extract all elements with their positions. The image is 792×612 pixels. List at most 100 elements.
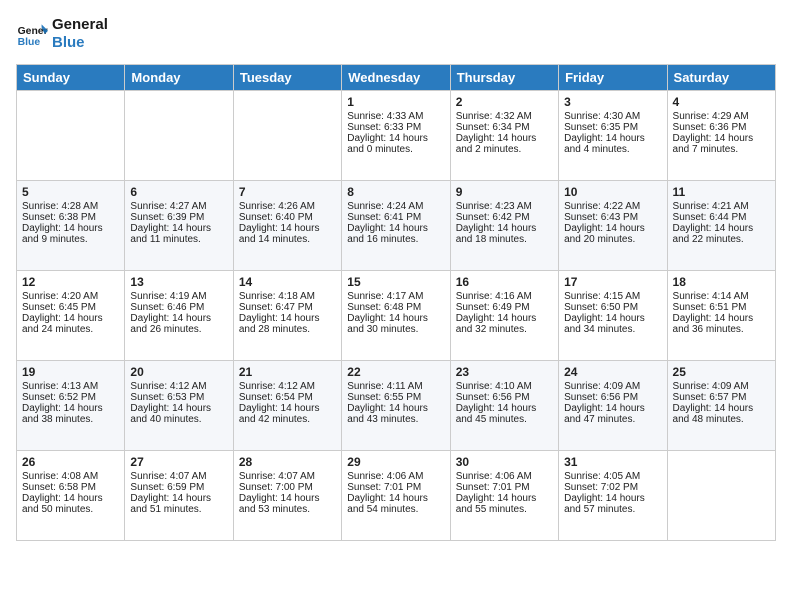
cell-info-line: and 2 minutes. [456, 144, 553, 155]
cell-info-line: and 28 minutes. [239, 324, 336, 335]
day-number: 16 [456, 275, 553, 289]
day-number: 19 [22, 365, 119, 379]
cell-info-line: and 32 minutes. [456, 324, 553, 335]
cell-info-line: Sunrise: 4:06 AM [456, 471, 553, 482]
cell-info-line: Sunrise: 4:20 AM [22, 291, 119, 302]
cell-info-line: Sunrise: 4:13 AM [22, 381, 119, 392]
cell-info-line: Daylight: 14 hours [22, 403, 119, 414]
cell-info-line: Sunrise: 4:15 AM [564, 291, 661, 302]
cell-info-line: Daylight: 14 hours [347, 223, 444, 234]
weekday-header-row: SundayMondayTuesdayWednesdayThursdayFrid… [17, 65, 776, 91]
cell-info-line: and 42 minutes. [239, 414, 336, 425]
day-number: 5 [22, 185, 119, 199]
calendar-cell: 6Sunrise: 4:27 AMSunset: 6:39 PMDaylight… [125, 181, 233, 271]
weekday-header-saturday: Saturday [667, 65, 775, 91]
cell-info-line: Daylight: 14 hours [673, 403, 770, 414]
cell-info-line: Sunset: 7:00 PM [239, 482, 336, 493]
cell-info-line: Daylight: 14 hours [347, 493, 444, 504]
cell-info-line: Sunset: 6:59 PM [130, 482, 227, 493]
cell-info-line: Sunrise: 4:09 AM [673, 381, 770, 392]
cell-info-line: and 11 minutes. [130, 234, 227, 245]
cell-info-line: and 16 minutes. [347, 234, 444, 245]
cell-info-line: Daylight: 14 hours [564, 223, 661, 234]
calendar-cell: 30Sunrise: 4:06 AMSunset: 7:01 PMDayligh… [450, 451, 558, 541]
day-number: 22 [347, 365, 444, 379]
cell-info-line: Sunset: 6:42 PM [456, 212, 553, 223]
cell-info-line: Daylight: 14 hours [130, 493, 227, 504]
cell-info-line: Sunrise: 4:30 AM [564, 111, 661, 122]
cell-info-line: Sunset: 6:55 PM [347, 392, 444, 403]
cell-info-line: and 57 minutes. [564, 504, 661, 515]
day-number: 10 [564, 185, 661, 199]
cell-info-line: Sunset: 6:35 PM [564, 122, 661, 133]
day-number: 11 [673, 185, 770, 199]
calendar-cell [667, 451, 775, 541]
cell-info-line: Sunset: 7:01 PM [456, 482, 553, 493]
calendar-cell: 12Sunrise: 4:20 AMSunset: 6:45 PMDayligh… [17, 271, 125, 361]
cell-info-line: Daylight: 14 hours [130, 403, 227, 414]
cell-info-line: Sunrise: 4:05 AM [564, 471, 661, 482]
weekday-header-thursday: Thursday [450, 65, 558, 91]
calendar-cell: 7Sunrise: 4:26 AMSunset: 6:40 PMDaylight… [233, 181, 341, 271]
cell-info-line: Sunset: 6:56 PM [564, 392, 661, 403]
cell-info-line: Sunset: 6:47 PM [239, 302, 336, 313]
cell-info-line: and 34 minutes. [564, 324, 661, 335]
weekday-header-friday: Friday [559, 65, 667, 91]
calendar-cell: 22Sunrise: 4:11 AMSunset: 6:55 PMDayligh… [342, 361, 450, 451]
weekday-header-wednesday: Wednesday [342, 65, 450, 91]
cell-info-line: and 4 minutes. [564, 144, 661, 155]
day-number: 1 [347, 95, 444, 109]
calendar-week-3: 12Sunrise: 4:20 AMSunset: 6:45 PMDayligh… [17, 271, 776, 361]
cell-info-line: Sunset: 6:57 PM [673, 392, 770, 403]
cell-info-line: Sunrise: 4:11 AM [347, 381, 444, 392]
cell-info-line: and 22 minutes. [673, 234, 770, 245]
day-number: 30 [456, 455, 553, 469]
day-number: 28 [239, 455, 336, 469]
cell-info-line: and 36 minutes. [673, 324, 770, 335]
calendar-cell: 9Sunrise: 4:23 AMSunset: 6:42 PMDaylight… [450, 181, 558, 271]
cell-info-line: Sunrise: 4:22 AM [564, 201, 661, 212]
cell-info-line: Daylight: 14 hours [456, 313, 553, 324]
logo-general: General [52, 16, 108, 34]
cell-info-line: Sunrise: 4:29 AM [673, 111, 770, 122]
cell-info-line: Daylight: 14 hours [564, 133, 661, 144]
day-number: 18 [673, 275, 770, 289]
day-number: 8 [347, 185, 444, 199]
calendar-cell: 16Sunrise: 4:16 AMSunset: 6:49 PMDayligh… [450, 271, 558, 361]
calendar-cell: 20Sunrise: 4:12 AMSunset: 6:53 PMDayligh… [125, 361, 233, 451]
cell-info-line: Daylight: 14 hours [239, 493, 336, 504]
calendar-cell: 26Sunrise: 4:08 AMSunset: 6:58 PMDayligh… [17, 451, 125, 541]
cell-info-line: and 40 minutes. [130, 414, 227, 425]
cell-info-line: Daylight: 14 hours [239, 403, 336, 414]
cell-info-line: Sunrise: 4:12 AM [239, 381, 336, 392]
cell-info-line: Daylight: 14 hours [673, 133, 770, 144]
day-number: 13 [130, 275, 227, 289]
cell-info-line: Sunset: 6:38 PM [22, 212, 119, 223]
calendar-cell: 15Sunrise: 4:17 AMSunset: 6:48 PMDayligh… [342, 271, 450, 361]
cell-info-line: and 0 minutes. [347, 144, 444, 155]
weekday-header-tuesday: Tuesday [233, 65, 341, 91]
cell-info-line: Sunset: 7:01 PM [347, 482, 444, 493]
cell-info-line: Sunrise: 4:18 AM [239, 291, 336, 302]
cell-info-line: Sunset: 6:52 PM [22, 392, 119, 403]
weekday-header-sunday: Sunday [17, 65, 125, 91]
cell-info-line: Sunrise: 4:06 AM [347, 471, 444, 482]
calendar-cell: 31Sunrise: 4:05 AMSunset: 7:02 PMDayligh… [559, 451, 667, 541]
cell-info-line: Sunrise: 4:33 AM [347, 111, 444, 122]
cell-info-line: Sunrise: 4:16 AM [456, 291, 553, 302]
cell-info-line: Daylight: 14 hours [22, 493, 119, 504]
calendar-cell: 27Sunrise: 4:07 AMSunset: 6:59 PMDayligh… [125, 451, 233, 541]
cell-info-line: Sunrise: 4:10 AM [456, 381, 553, 392]
cell-info-line: Sunrise: 4:08 AM [22, 471, 119, 482]
cell-info-line: Sunset: 6:40 PM [239, 212, 336, 223]
calendar-cell: 28Sunrise: 4:07 AMSunset: 7:00 PMDayligh… [233, 451, 341, 541]
cell-info-line: Daylight: 14 hours [564, 313, 661, 324]
cell-info-line: Sunset: 6:58 PM [22, 482, 119, 493]
cell-info-line: Sunset: 6:56 PM [456, 392, 553, 403]
calendar-week-5: 26Sunrise: 4:08 AMSunset: 6:58 PMDayligh… [17, 451, 776, 541]
cell-info-line: Daylight: 14 hours [673, 223, 770, 234]
cell-info-line: and 45 minutes. [456, 414, 553, 425]
cell-info-line: Daylight: 14 hours [456, 133, 553, 144]
cell-info-line: and 54 minutes. [347, 504, 444, 515]
calendar-week-1: 1Sunrise: 4:33 AMSunset: 6:33 PMDaylight… [17, 91, 776, 181]
